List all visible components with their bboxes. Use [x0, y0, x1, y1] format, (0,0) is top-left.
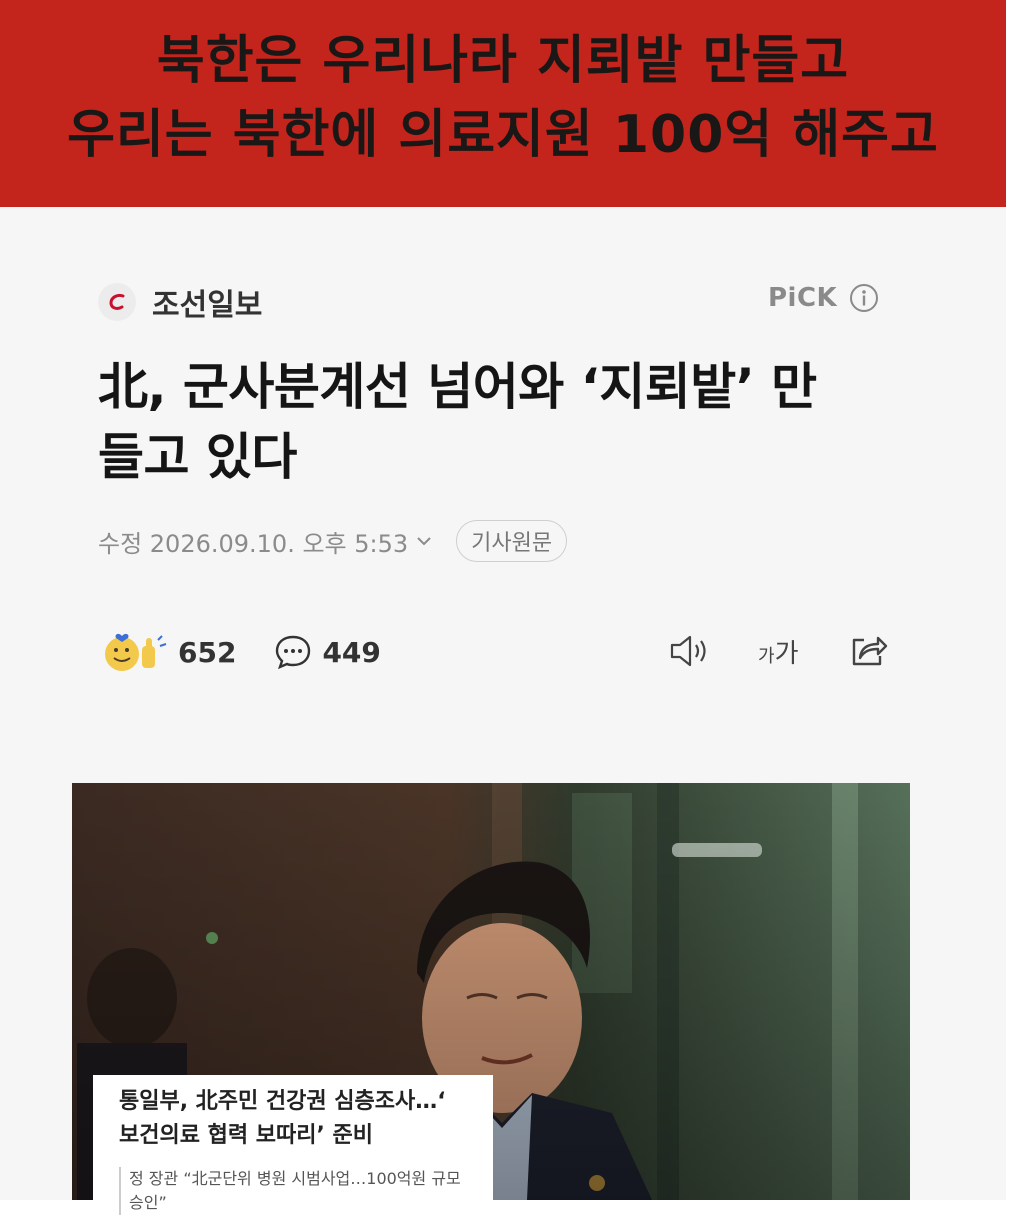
publisher-name: 조선일보 — [152, 288, 263, 323]
speaker-icon[interactable] — [668, 633, 712, 669]
share-icon[interactable] — [848, 632, 888, 670]
caption-title: 통일부, 北주민 건강권 심층조사…‘ 보건의료 협력 보따리’ 준비 — [119, 1085, 467, 1153]
article-date: 수정 2026.09.10. 오후 5:53 — [98, 529, 409, 558]
info-icon[interactable] — [849, 283, 879, 313]
headline-line-2: 들고 있다 — [98, 428, 297, 486]
banner-line-2: 우리는 북한에 의료지원 100억 해주고 — [67, 105, 939, 165]
font-size-button[interactable]: 가가 — [758, 633, 798, 670]
like-count: 652 — [178, 635, 237, 669]
pick-label: PiCK — [768, 283, 838, 313]
chevron-down-icon[interactable] — [414, 531, 434, 551]
comment-count: 449 — [322, 635, 381, 669]
font-size-large-label: 가 — [774, 638, 799, 669]
caption-subtitle: 정 장관 “北군단위 병원 시범사업…100억원 규모 승인” — [119, 1167, 467, 1215]
reaction-bar: 652 449 — [100, 630, 419, 674]
font-size-small-label: 가 — [758, 645, 775, 667]
article-headline: 北, 군사분계선 넘어와 ‘지뢰밭’ 만 들고 있다 — [98, 352, 898, 492]
caption-title-line-2: 보건의료 협력 보따리’ 준비 — [119, 1123, 373, 1148]
comment-icon[interactable] — [274, 634, 312, 670]
article-meta: 수정 2026.09.10. 오후 5:53 기사원문 — [98, 520, 568, 562]
headline-line-1: 北, 군사분계선 넘어와 ‘지뢰밭’ 만 — [98, 358, 817, 416]
top-banner: 북한은 우리나라 지뢰밭 만들고 우리는 북한에 의료지원 100억 해주고 — [0, 0, 1006, 207]
publisher-logo-icon — [98, 283, 136, 321]
original-article-button[interactable]: 기사원문 — [456, 520, 568, 562]
right-edge — [1006, 0, 1023, 1200]
publisher[interactable]: 조선일보 — [98, 280, 262, 324]
banner-line-1: 북한은 우리나라 지뢰밭 만들고 — [156, 31, 850, 91]
like-emoji-icon[interactable] — [100, 630, 168, 674]
article-tools: 가가 — [668, 632, 888, 670]
photo-caption-card[interactable]: 통일부, 北주민 건강권 심층조사…‘ 보건의료 협력 보따리’ 준비 정 장관… — [93, 1075, 493, 1215]
caption-title-line-1: 통일부, 北주민 건강권 심층조사…‘ — [119, 1089, 446, 1114]
pick-badge[interactable]: PiCK — [768, 283, 879, 313]
